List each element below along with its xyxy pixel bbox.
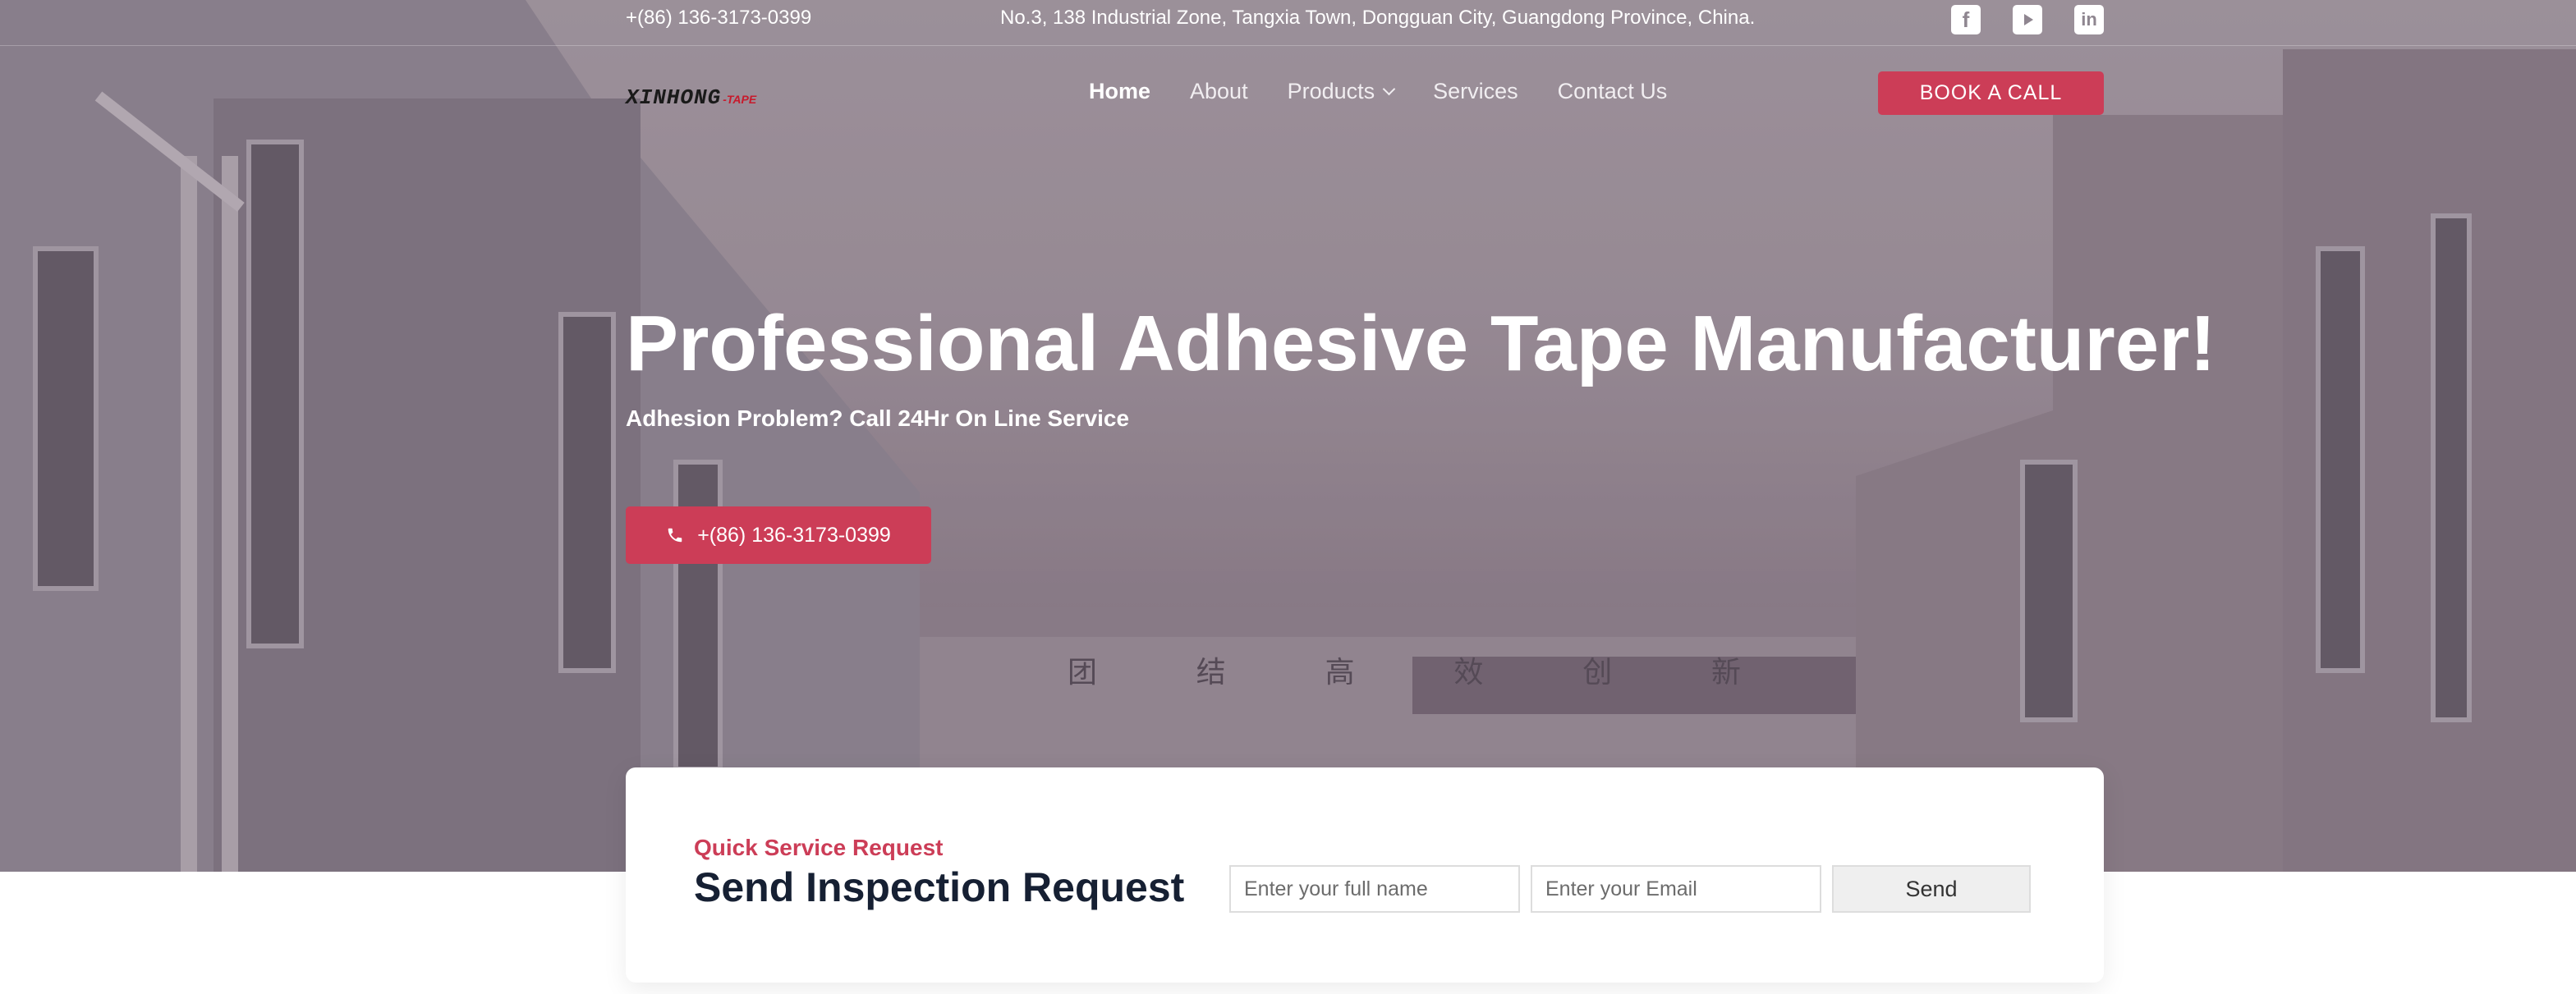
main-nav: Home About Products Services Contact Us — [1089, 79, 1667, 104]
linkedin-icon[interactable]: in — [2074, 5, 2104, 34]
facebook-icon[interactable]: f — [1951, 5, 1981, 34]
nav-item-contact-us[interactable]: Contact Us — [1558, 79, 1668, 104]
topbar-phone[interactable]: +(86) 136-3173-0399 — [626, 7, 811, 30]
chevron-down-icon — [1382, 82, 1396, 96]
logo-suffix: -TAPE — [723, 93, 757, 106]
nav-item-services[interactable]: Services — [1433, 79, 1518, 104]
nav-item-label: Products — [1287, 79, 1375, 103]
call-phone-button[interactable]: +(86) 136-3173-0399 — [626, 506, 931, 564]
nav-item-label: Services — [1433, 79, 1518, 103]
hero-headline: Professional Adhesive Tape Manufacturer! — [626, 300, 2216, 387]
book-a-call-button[interactable]: BOOK A CALL — [1878, 71, 2104, 115]
topbar-address: No.3, 138 Industrial Zone, Tangxia Town,… — [1000, 7, 1756, 29]
phone-icon — [668, 528, 682, 543]
full-name-input[interactable] — [1229, 865, 1520, 913]
send-button[interactable]: Send — [1832, 865, 2031, 913]
nav-item-label: About — [1190, 79, 1248, 103]
nav-item-about[interactable]: About — [1190, 79, 1248, 104]
hero-section: 团 结 高 效 创 新 +(86) 136-3173-0399 No.3, 13… — [0, 0, 2576, 872]
logo-main: XINHONG — [626, 85, 722, 110]
email-input[interactable] — [1531, 865, 1821, 913]
hero-overlay — [0, 0, 2576, 872]
nav-item-label: Contact Us — [1557, 79, 1668, 103]
service-request-title: Send Inspection Request — [694, 864, 1185, 910]
topbar-divider — [0, 45, 2576, 46]
call-button-label: +(86) 136-3173-0399 — [697, 523, 891, 547]
nav-item-products[interactable]: Products — [1287, 79, 1396, 104]
service-request-eyebrow: Quick Service Request — [694, 835, 944, 860]
top-bar: +(86) 136-3173-0399 No.3, 138 Industrial… — [0, 0, 2576, 41]
youtube-icon[interactable] — [2013, 5, 2042, 34]
hero-subheadline: Adhesion Problem? Call 24Hr On Line Serv… — [626, 405, 1130, 431]
nav-item-home[interactable]: Home — [1089, 79, 1150, 104]
logo[interactable]: XINHONG -TAPE — [626, 85, 757, 110]
nav-item-label: Home — [1089, 79, 1151, 103]
service-request-card: Quick Service Request Send Inspection Re… — [626, 767, 2104, 983]
